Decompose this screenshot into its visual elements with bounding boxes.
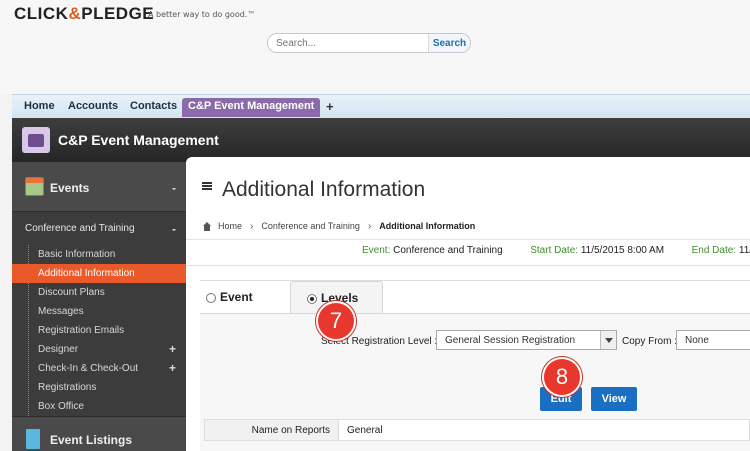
copy-from-value: None <box>685 335 709 346</box>
sidebar-item-check-in-check-out[interactable]: Check-In & Check-Out + <box>12 359 186 378</box>
sidebar-item-label: Designer <box>38 344 79 355</box>
sidebar-event-listings-header[interactable]: Event Listings <box>12 416 186 451</box>
step-8-badge: 8 <box>542 357 582 397</box>
sidebar-event-listings-label: Event Listings <box>50 433 133 447</box>
sidebar-conference-and-training[interactable]: Conference and Training - <box>12 218 186 240</box>
add-tab-icon[interactable]: + <box>326 98 334 117</box>
sidebar-events-header[interactable]: Events - <box>12 162 186 212</box>
start-date-value: 11/5/2015 8:00 AM <box>580 245 665 256</box>
sidebar-item-label: Box Office <box>38 401 84 412</box>
tab-event-label: Event <box>220 290 253 304</box>
registration-level-value: General Session Registration <box>445 335 576 346</box>
sidebar-item-messages[interactable]: Messages <box>12 302 186 321</box>
home-icon[interactable] <box>202 221 212 231</box>
main-content: Additional Information Home › Conference… <box>186 157 750 451</box>
tab-event[interactable]: Event <box>200 281 290 314</box>
calendar-icon <box>25 177 44 196</box>
panel-body: Select Registration Level : General Sess… <box>200 313 750 451</box>
search-box: Search <box>267 33 471 53</box>
event-key: Event: <box>362 245 391 256</box>
table-key-cell: Name on Reports <box>205 420 339 440</box>
sidebar-item-label: Check-In & Check-Out <box>38 363 139 374</box>
sidebar-item-registrations[interactable]: Registrations <box>12 378 186 397</box>
table-row: Name on Reports General <box>204 419 750 441</box>
sidebar-item-registration-emails[interactable]: Registration Emails <box>12 321 186 340</box>
sidebar-item-designer[interactable]: Designer + <box>12 340 186 359</box>
sidebar-conference-label: Conference and Training <box>25 223 135 234</box>
sidebar-item-discount-plans[interactable]: Discount Plans <box>12 283 186 302</box>
expand-designer-icon[interactable]: + <box>169 342 176 356</box>
breadcrumb-conference[interactable]: Conference and Training <box>261 221 360 231</box>
list-icon <box>202 182 212 190</box>
tagline: A better way to do good.™ <box>148 10 256 19</box>
calendar-app-icon <box>22 127 50 153</box>
event-levels-panel: Event Levels Select Registration Level :… <box>200 280 750 451</box>
event-info-bar: Event: Conference and Training Start Dat… <box>362 245 750 256</box>
top-banner: CLICK&PLEDGE A better way to do good.™ S… <box>0 0 750 94</box>
sidebar-item-label: Discount Plans <box>38 287 105 298</box>
sidebar-item-label: Additional Information <box>38 268 135 279</box>
app-header: C&P Event Management <box>12 118 750 162</box>
end-date-key: End Date: <box>691 245 737 256</box>
tab-contacts[interactable]: Contacts <box>124 98 183 117</box>
breadcrumb-home[interactable]: Home <box>218 221 242 231</box>
sidebar-item-box-office[interactable]: Box Office <box>12 397 186 416</box>
chevron-down-icon[interactable] <box>600 331 616 349</box>
event-value: Conference and Training <box>393 245 503 256</box>
document-icon <box>26 429 40 449</box>
levels-radio[interactable] <box>307 294 317 304</box>
sidebar-subnav: Basic Information Additional Information… <box>12 245 186 416</box>
sidebar-item-label: Basic Information <box>38 249 116 260</box>
breadcrumb: Home › Conference and Training › Additio… <box>202 219 483 233</box>
app-title: C&P Event Management <box>58 132 219 148</box>
page-title: Additional Information <box>222 178 426 201</box>
start-date-key: Start Date: <box>530 245 579 256</box>
sidebar-item-label: Registrations <box>38 382 97 393</box>
tab-home[interactable]: Home <box>18 98 61 117</box>
copy-from-label: Copy From : <box>622 336 678 347</box>
name-on-reports-value: General <box>347 425 383 436</box>
view-button[interactable]: View <box>591 387 637 411</box>
tab-cp-event-management[interactable]: C&P Event Management <box>182 98 321 117</box>
app-tab-bar: Home Accounts Contacts C&P Event Managem… <box>12 94 750 118</box>
sidebar-item-label: Registration Emails <box>38 325 125 336</box>
sidebar-item-additional-information[interactable]: Additional Information <box>12 264 186 283</box>
search-button[interactable]: Search <box>428 34 470 52</box>
step-7-badge: 7 <box>316 301 356 341</box>
tab-accounts[interactable]: Accounts <box>62 98 124 117</box>
registration-level-select[interactable]: General Session Registration <box>436 330 617 350</box>
chevron-right-icon: › <box>250 220 254 232</box>
breadcrumb-current: Additional Information <box>379 221 476 231</box>
chevron-right-icon: › <box>367 220 372 232</box>
divider <box>186 265 750 266</box>
collapse-events-icon[interactable]: - <box>172 181 176 195</box>
copy-from-select[interactable]: None <box>676 330 750 350</box>
sidebar-events-label: Events <box>50 181 90 195</box>
sidebar-item-label: Messages <box>38 306 84 317</box>
divider <box>186 239 750 240</box>
name-on-reports-label: Name on Reports <box>251 425 330 436</box>
sidebar-item-basic-information[interactable]: Basic Information <box>12 245 186 264</box>
expand-check-in-icon[interactable]: + <box>169 361 176 375</box>
logo[interactable]: CLICK&PLEDGE <box>14 4 154 24</box>
search-input[interactable] <box>276 36 426 51</box>
collapse-conference-icon[interactable]: - <box>172 222 176 236</box>
event-radio[interactable] <box>206 293 216 303</box>
end-date-value: 11/1/20 <box>738 245 750 256</box>
